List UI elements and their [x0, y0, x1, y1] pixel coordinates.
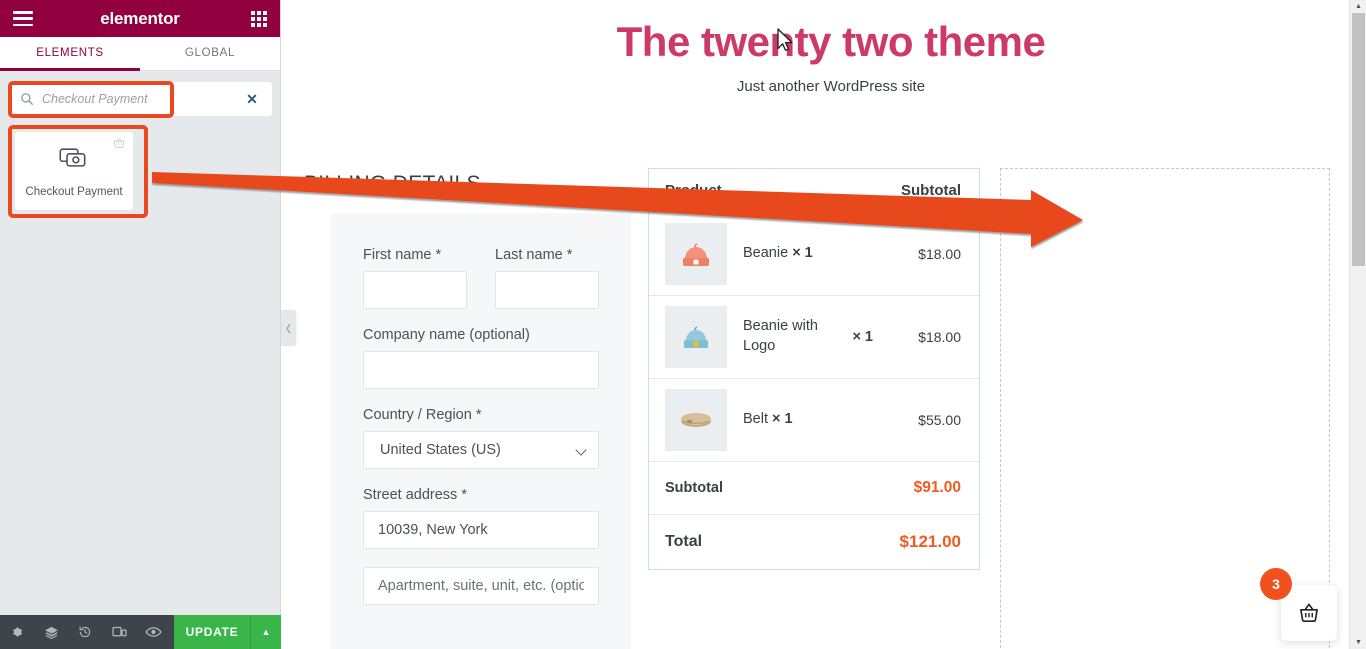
- company-input[interactable]: [363, 351, 599, 389]
- scroll-down-arrow[interactable]: ▼: [1350, 636, 1366, 649]
- column-subtotal: Subtotal: [901, 182, 961, 199]
- elementor-logo: elementor: [0, 9, 280, 29]
- street-address-input[interactable]: [363, 511, 599, 549]
- page-scrollbar[interactable]: ▲ ▼: [1349, 0, 1366, 649]
- hamburger-icon[interactable]: [13, 11, 33, 26]
- product-qty: × 1: [792, 245, 813, 261]
- product-name: Beanie with Logo: [727, 317, 852, 356]
- grid-icon[interactable]: [251, 11, 267, 27]
- preview-eye-icon[interactable]: [136, 615, 170, 649]
- history-icon[interactable]: [68, 615, 102, 649]
- cart-item-count-badge: 3: [1260, 568, 1292, 600]
- last-name-label: Last name *: [495, 247, 599, 263]
- product-name: Belt × 1: [727, 410, 889, 430]
- beanie-orange-thumb: [665, 223, 727, 285]
- clear-search-icon[interactable]: ✕: [232, 82, 272, 116]
- widget-checkout-payment[interactable]: Checkout Payment: [15, 132, 133, 210]
- shopping-basket-icon: [1296, 600, 1322, 626]
- total-row: Total $121.00: [649, 514, 979, 569]
- product-qty: × 1: [852, 329, 889, 345]
- order-summary-table: Product Subtotal Beanie × 1 $18.00: [648, 168, 980, 570]
- first-name-label: First name *: [363, 247, 467, 263]
- subtotal-value: $91.00: [914, 479, 961, 497]
- country-label: Country / Region *: [363, 407, 599, 423]
- widget-search-row: ✕: [10, 82, 272, 116]
- billing-details-heading: BILLING DETAILS: [304, 172, 481, 196]
- scrollbar-thumb[interactable]: [1352, 13, 1365, 266]
- search-icon: [20, 92, 34, 106]
- column-product: Product: [665, 182, 722, 199]
- search-input-wrap[interactable]: [10, 82, 232, 116]
- tab-elements[interactable]: ELEMENTS: [0, 37, 140, 71]
- total-label: Total: [665, 533, 702, 551]
- country-select-wrap[interactable]: United States (US): [363, 431, 599, 469]
- panel-footer-bar: UPDATE ▲: [0, 615, 281, 649]
- product-qty: × 1: [772, 411, 793, 427]
- floating-cart-button[interactable]: [1281, 585, 1337, 641]
- apartment-input[interactable]: [363, 567, 599, 605]
- scroll-up-arrow[interactable]: ▲: [1350, 0, 1366, 13]
- beanie-blue-thumb: [665, 306, 727, 368]
- preview-canvas[interactable]: The twenty two theme Just another WordPr…: [296, 0, 1366, 649]
- elementor-editor: The twenty two theme Just another WordPr…: [0, 0, 1366, 649]
- table-row: Beanie with Logo × 1 $18.00: [649, 295, 979, 378]
- site-tagline: Just another WordPress site: [296, 78, 1366, 95]
- country-select[interactable]: United States (US): [363, 431, 599, 469]
- panel-header: elementor: [0, 0, 280, 37]
- last-name-input[interactable]: [495, 271, 599, 309]
- product-subtotal: $18.00: [889, 246, 961, 262]
- site-title: The twenty two theme: [296, 0, 1366, 66]
- responsive-mode-icon[interactable]: [102, 615, 136, 649]
- country-select-value: United States (US): [380, 442, 501, 458]
- pro-cart-icon: [112, 137, 126, 156]
- table-row: Beanie × 1 $18.00: [649, 212, 979, 295]
- belt-thumb: [665, 389, 727, 451]
- tab-global[interactable]: GLOBAL: [140, 37, 280, 71]
- product-name: Beanie × 1: [727, 244, 889, 264]
- product-subtotal: $55.00: [889, 412, 961, 428]
- first-name-group: First name *: [363, 247, 467, 309]
- navigator-layers-icon[interactable]: [34, 615, 68, 649]
- product-subtotal: $18.00: [889, 329, 961, 345]
- street-label: Street address *: [363, 487, 599, 503]
- panel-tabs: ELEMENTS GLOBAL: [0, 37, 280, 71]
- update-options-caret-icon[interactable]: ▲: [250, 615, 281, 649]
- last-name-group: Last name *: [495, 247, 599, 309]
- table-row: Belt × 1 $55.00: [649, 378, 979, 461]
- elementor-panel: elementor ELEMENTS GLOBAL ✕: [0, 0, 281, 649]
- subtotal-label: Subtotal: [665, 480, 723, 496]
- company-label: Company name (optional): [363, 327, 599, 343]
- country-group: Country / Region * United States (US): [363, 407, 599, 469]
- street-group: Street address *: [363, 487, 599, 549]
- company-group: Company name (optional): [363, 327, 599, 389]
- total-value: $121.00: [900, 532, 961, 552]
- product-title: Beanie: [743, 245, 788, 261]
- search-input[interactable]: [42, 92, 232, 106]
- subtotal-row: Subtotal $91.00: [649, 461, 979, 514]
- panel-collapse-handle[interactable]: ❮: [281, 310, 296, 346]
- update-button[interactable]: UPDATE: [174, 615, 250, 649]
- apartment-group: [363, 567, 599, 605]
- first-name-input[interactable]: [363, 271, 467, 309]
- widget-label: Checkout Payment: [25, 186, 122, 198]
- checkout-payment-icon: [59, 145, 89, 176]
- settings-gear-icon[interactable]: [0, 615, 34, 649]
- product-title: Belt: [743, 411, 768, 427]
- order-table-header: Product Subtotal: [649, 169, 979, 212]
- billing-form[interactable]: First name * Last name * Company name (o…: [331, 213, 631, 649]
